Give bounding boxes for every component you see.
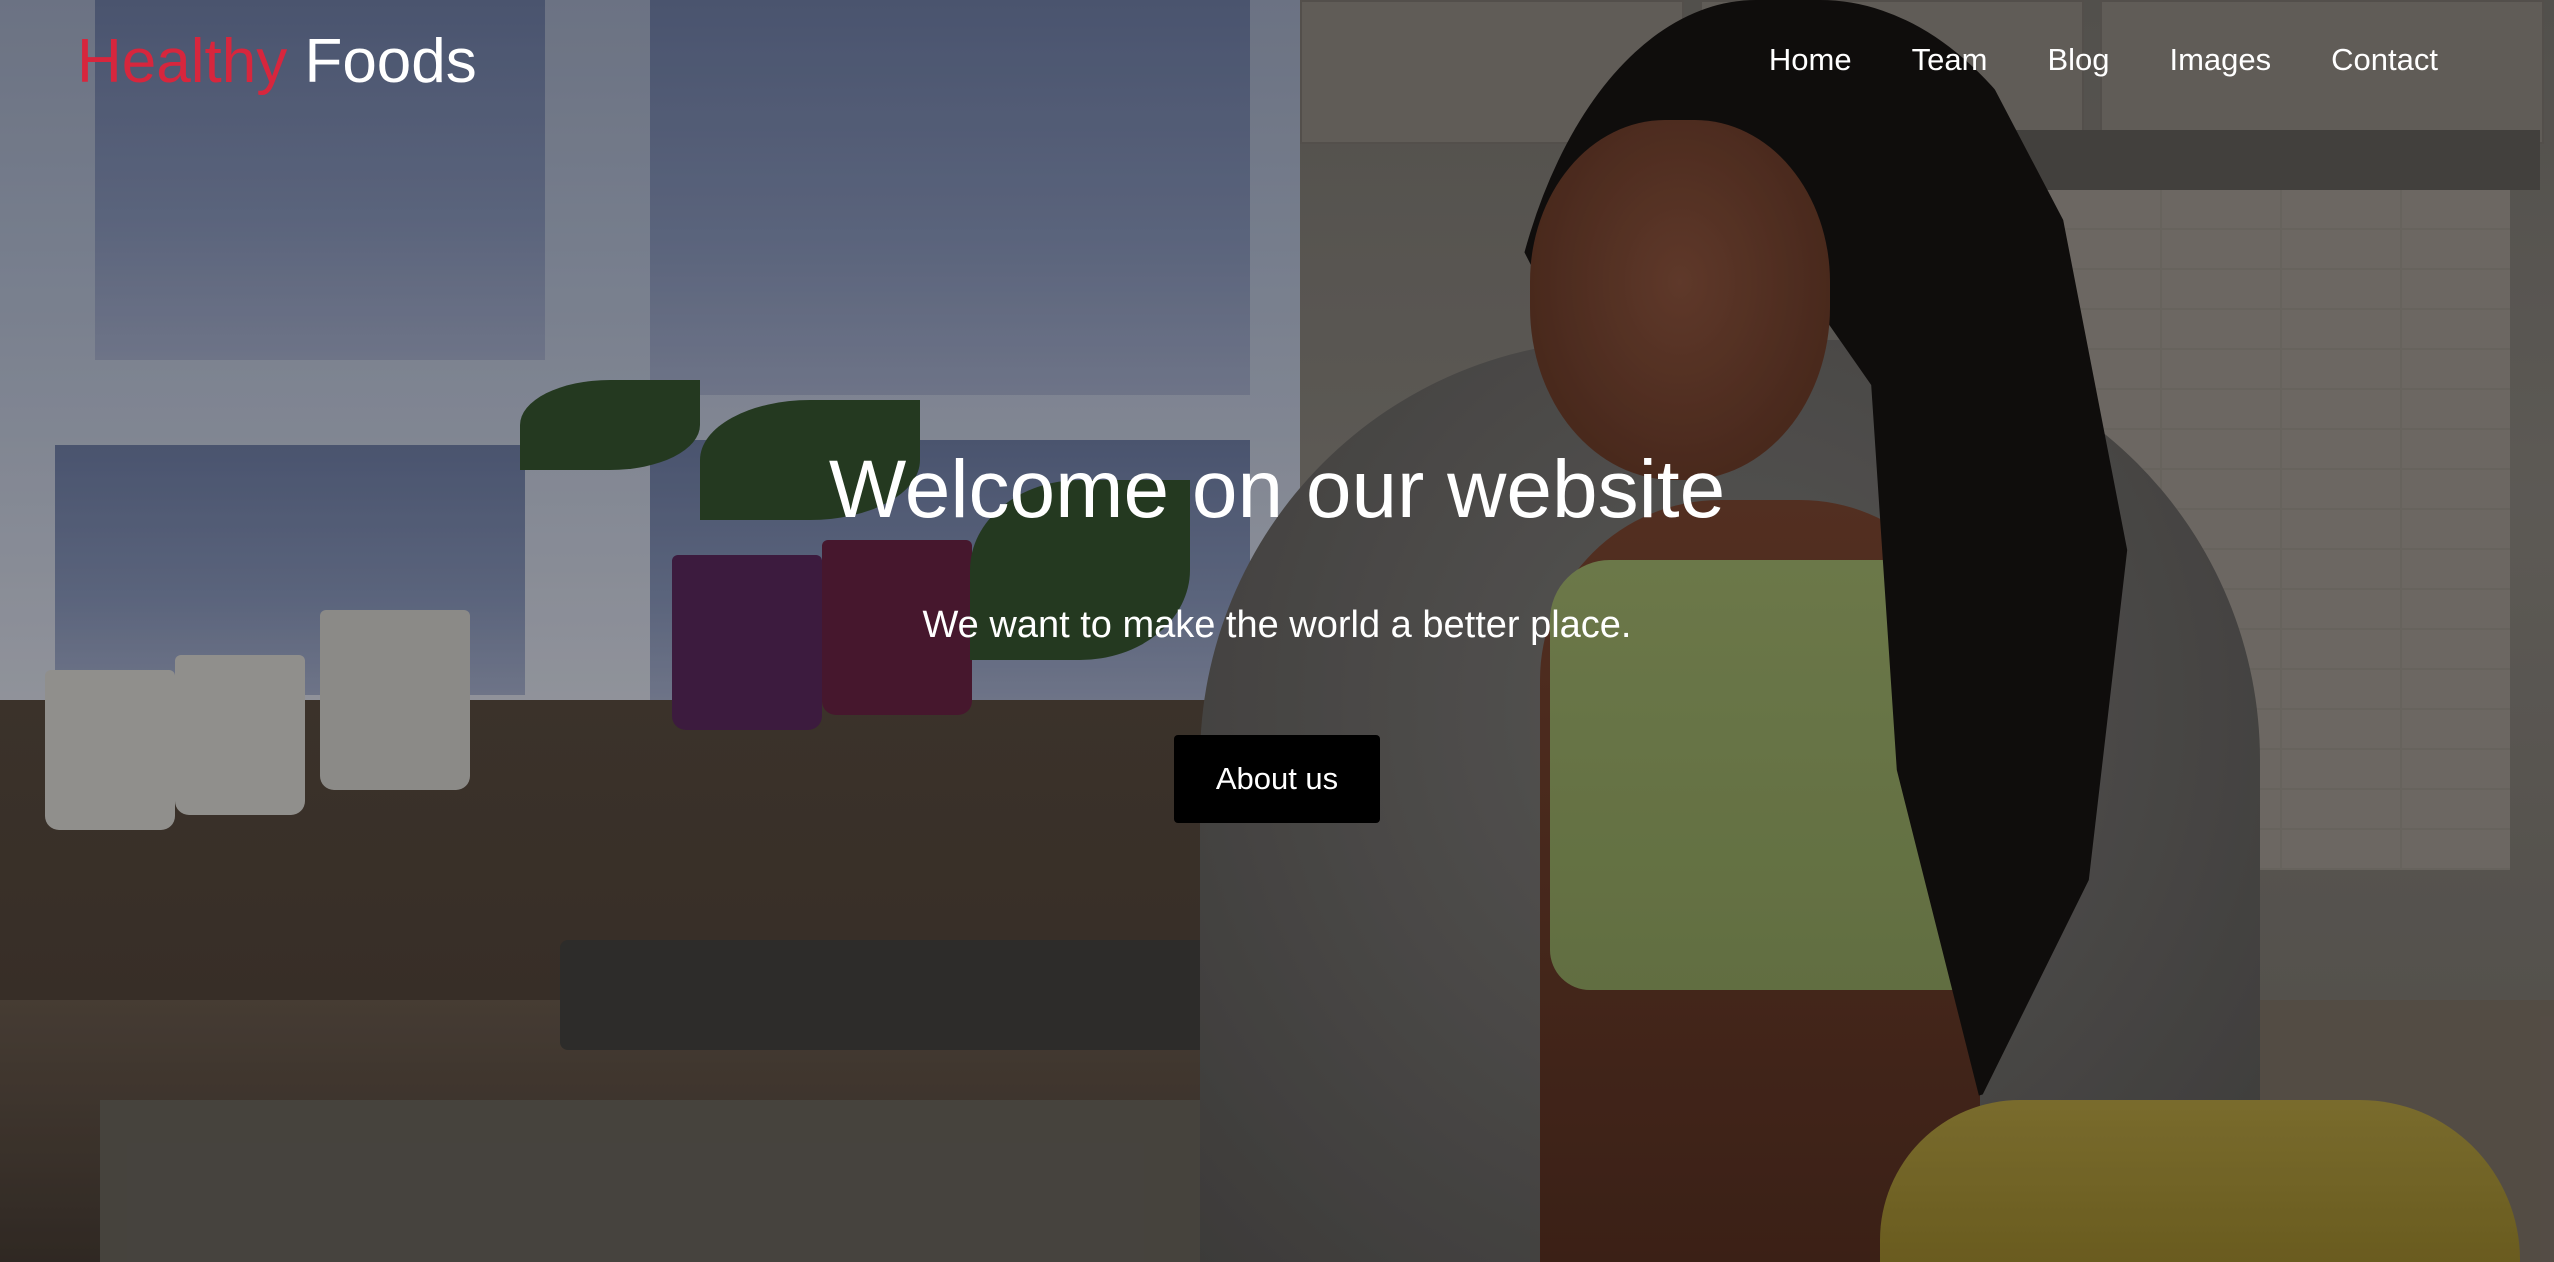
nav-link-contact[interactable]: Contact	[2331, 36, 2438, 84]
about-us-button[interactable]: About us	[1174, 735, 1380, 823]
nav-link-images[interactable]: Images	[2169, 36, 2271, 84]
nav-link-home[interactable]: Home	[1769, 36, 1852, 84]
logo-accent-word: Healthy	[77, 27, 288, 96]
hero-section: Healthy Foods Home Team Blog Images Cont…	[0, 0, 2554, 1262]
site-header: Healthy Foods Home Team Blog Images Cont…	[0, 0, 2554, 120]
site-logo[interactable]: Healthy Foods	[77, 22, 477, 102]
hero-content: Welcome on our website We want to make t…	[0, 440, 2554, 823]
nav-link-blog[interactable]: Blog	[2047, 36, 2109, 84]
hero-subtitle: We want to make the world a better place…	[922, 604, 1632, 646]
main-nav: Home Team Blog Images Contact	[1769, 36, 2438, 84]
nav-link-team[interactable]: Team	[1912, 36, 1988, 84]
logo-rest-word: Foods	[304, 27, 477, 96]
hero-title: Welcome on our website	[828, 444, 1726, 535]
